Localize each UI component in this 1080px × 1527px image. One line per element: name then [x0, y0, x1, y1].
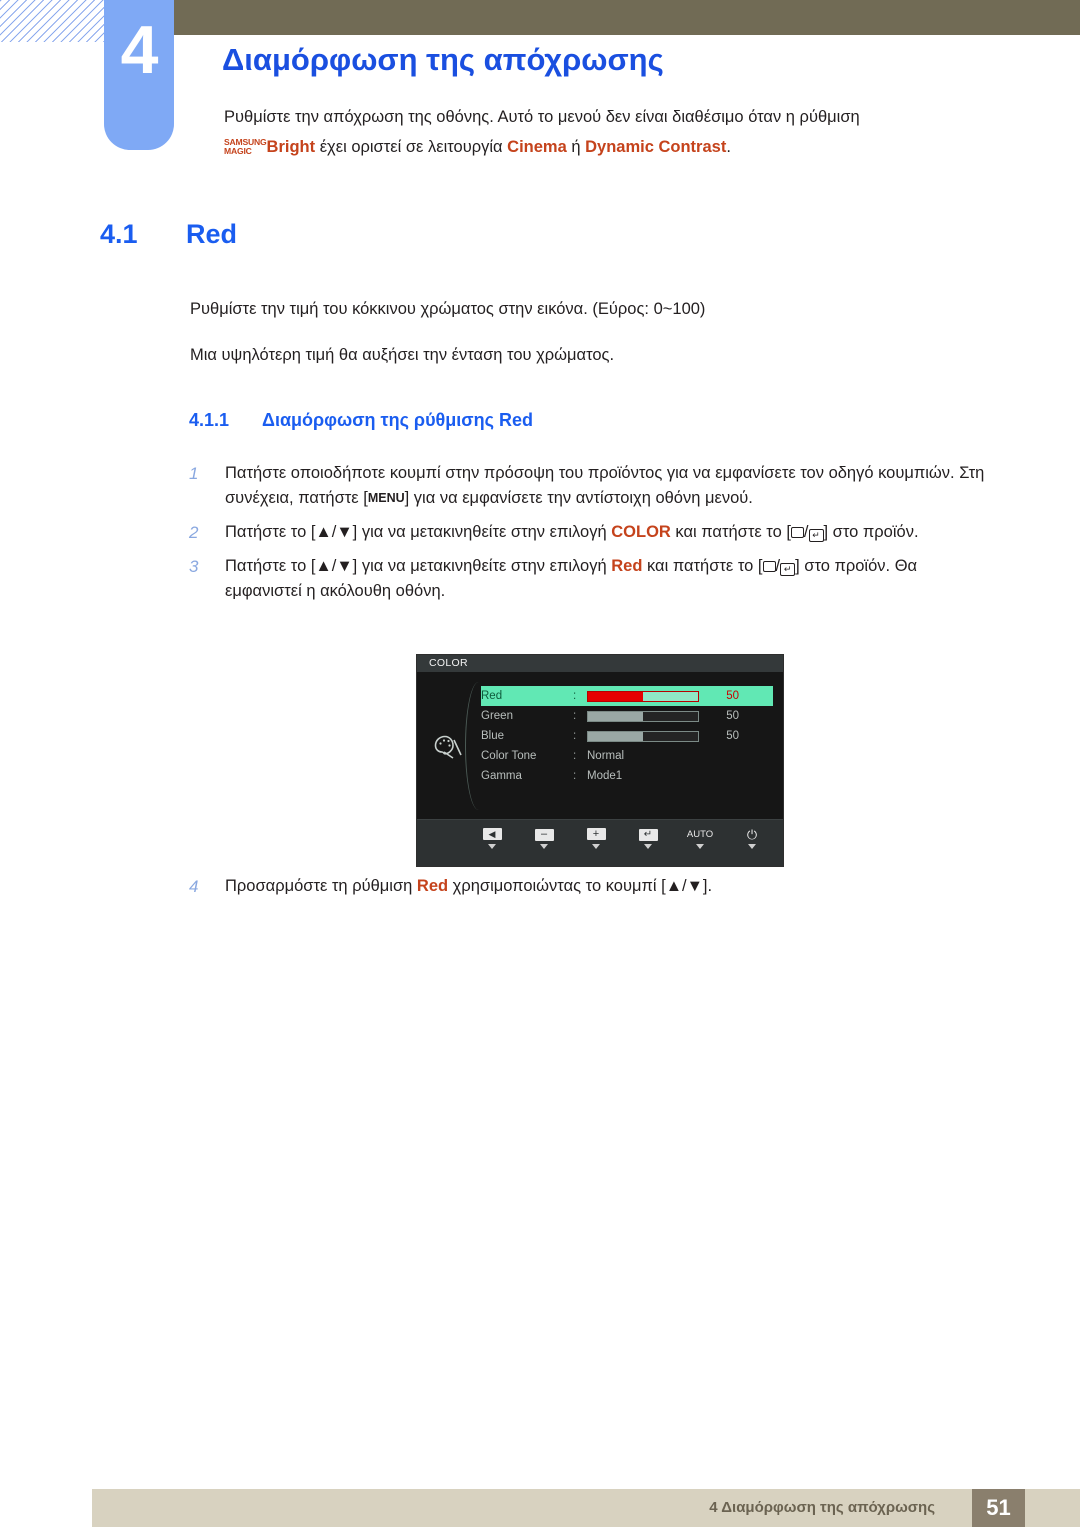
button-marker-icon — [644, 844, 652, 849]
section-title: Red — [186, 219, 238, 249]
section-paragraph-1: Ρυθμίστε την τιμή του κόκκινου χρώματος … — [190, 300, 706, 318]
osd-row-green[interactable]: Green : 50 — [481, 706, 773, 726]
subsection-title: Διαμόρφωση της ρύθμισης Red — [262, 410, 533, 430]
keyword-cinema: Cinema — [507, 138, 567, 156]
section-number: 4.1 — [100, 219, 138, 249]
menu-keycap: MENU — [367, 491, 405, 505]
step-item: 2 Πατήστε το [▲/▼] για να μετακινηθείτε … — [189, 520, 989, 545]
button-marker-icon — [540, 844, 548, 849]
osd-title: COLOR — [417, 655, 783, 672]
osd-row-value: 50 — [726, 690, 739, 702]
back-button[interactable]: ◀ — [477, 828, 507, 849]
osd-row-colon: : — [573, 750, 577, 762]
osd-row-label: Blue — [481, 730, 505, 742]
keyword-red: Red — [611, 557, 643, 575]
magic-bright-label: Bright — [266, 138, 316, 156]
logo-line-magic: MAGIC — [224, 146, 252, 156]
osd-row-color-tone[interactable]: Color Tone : Normal — [481, 746, 773, 766]
osd-row-blue[interactable]: Blue : 50 — [481, 726, 773, 746]
back-icon: ◀ — [477, 828, 507, 841]
step-text-part1: Πατήστε το [▲/▼] για να μετακινηθείτε στ… — [225, 523, 612, 541]
osd-body: Red : 50 Green : 50 Blue : 50 Color Tone… — [417, 672, 783, 820]
header-bar — [174, 0, 1080, 35]
palette-icon — [433, 734, 463, 760]
step-item: 3 Πατήστε το [▲/▼] για να μετακινηθείτε … — [189, 554, 989, 604]
step-text-part1: Προσαρμόστε τη ρύθμιση — [225, 877, 417, 895]
subsection-number: 4.1.1 — [189, 410, 230, 430]
step-item: 4 Προσαρμόστε τη ρύθμιση Red χρησιμοποιώ… — [189, 874, 1025, 899]
button-marker-icon — [488, 844, 496, 849]
step-number: 4 — [189, 877, 199, 896]
step-text-part1: Πατήστε το [▲/▼] για να μετακινηθείτε στ… — [225, 557, 612, 575]
power-icon: ⏻ — [746, 827, 758, 842]
step-number: 3 — [189, 557, 199, 576]
step-item: 1 Πατήστε οποιοδήποτε κουμπί στην πρόσοψ… — [189, 461, 989, 511]
chapter-number: 4 — [120, 12, 159, 88]
intro-text-mid: έχει οριστεί σε λειτουργία — [315, 138, 508, 156]
osd-row-colon: : — [573, 770, 577, 782]
osd-row-label: Color Tone — [481, 750, 537, 762]
osd-button-guide: ◀ – + ↵ AUTO ⏻ — [417, 819, 783, 866]
step-number: 1 — [189, 464, 199, 483]
keyword-dynamic-contrast: Dynamic Contrast — [585, 138, 727, 156]
step-text-part2: και πατήστε το [ — [670, 523, 791, 541]
step-text-part2: και πατήστε το [ — [642, 557, 763, 575]
minus-icon: – — [529, 828, 559, 841]
auto-label: AUTO — [686, 829, 714, 840]
minus-button[interactable]: – — [529, 828, 559, 849]
osd-row-red[interactable]: Red : 50 — [481, 686, 773, 706]
osd-row-label: Red — [481, 690, 503, 702]
osd-row-value: Normal — [587, 750, 625, 762]
step-text-part3: ] στο προϊόν. — [823, 523, 919, 541]
section-paragraph-2: Μια υψηλότερη τιμή θα αυξήσει την ένταση… — [190, 346, 615, 364]
osd-slider-blue[interactable] — [587, 730, 699, 742]
osd-row-gamma[interactable]: Gamma : Mode1 — [481, 766, 773, 786]
step-text-part2: χρησιμοποιώντας το κουμπί [▲/▼]. — [448, 877, 713, 895]
button-marker-icon — [748, 844, 756, 849]
source-button-icon — [762, 561, 776, 572]
corner-hatch-decoration — [0, 0, 104, 42]
samsung-magic-logo: SAMSUNG MAGIC — [224, 138, 267, 155]
keyword-red: Red — [416, 877, 449, 895]
osd-slider-red[interactable] — [587, 690, 699, 702]
osd-row-label: Green — [481, 710, 513, 722]
intro-text-or: ή — [566, 138, 586, 156]
intro-text-before: Ρυθμίστε την απόχρωση της οθόνης. Αυτό τ… — [224, 108, 860, 126]
page-number: 51 — [972, 1489, 1025, 1527]
plus-icon: + — [581, 828, 611, 841]
osd-row-colon: : — [573, 710, 577, 722]
osd-menu-screenshot: COLOR Red : 50 Green : 50 Blue: 50 Colo… — [417, 655, 783, 866]
enter-button-icon: ↵ — [780, 563, 796, 576]
intro-text-end: . — [726, 138, 731, 156]
plus-button[interactable]: + — [581, 828, 611, 849]
osd-row-colon: : — [573, 730, 577, 742]
enter-icon: ↵ — [633, 828, 663, 841]
chapter-title: Διαμόρφωση της απόχρωσης — [222, 42, 664, 77]
footer-chapter-label: 4 Διαμόρφωση της απόχρωσης — [709, 1499, 935, 1516]
power-button[interactable]: ⏻ — [737, 828, 767, 849]
procedure-steps: 1 Πατήστε οποιοδήποτε κουμπί στην πρόσοψ… — [189, 461, 989, 613]
source-button-icon — [790, 527, 804, 538]
enter-button[interactable]: ↵ — [633, 828, 663, 849]
auto-button[interactable]: AUTO — [685, 828, 715, 849]
osd-row-label: Gamma — [481, 770, 522, 782]
enter-button-icon: ↵ — [808, 529, 824, 542]
osd-row-value: 50 — [726, 710, 739, 722]
button-marker-icon — [592, 844, 600, 849]
step-number: 2 — [189, 523, 199, 542]
osd-slider-green[interactable] — [587, 710, 699, 722]
osd-option-rows: Red : 50 Green : 50 Blue : 50 Color Tone… — [481, 686, 773, 786]
chapter-intro-paragraph: Ρυθμίστε την απόχρωση της οθόνης. Αυτό τ… — [224, 102, 984, 162]
keyword-color: COLOR — [611, 523, 671, 541]
osd-row-value: Mode1 — [587, 770, 623, 782]
osd-row-value: 50 — [726, 730, 739, 742]
step-text-part2: ] για να εμφανίσετε την αντίστοιχη οθόνη… — [404, 489, 753, 507]
osd-row-colon: : — [573, 690, 577, 702]
button-marker-icon — [696, 844, 704, 849]
